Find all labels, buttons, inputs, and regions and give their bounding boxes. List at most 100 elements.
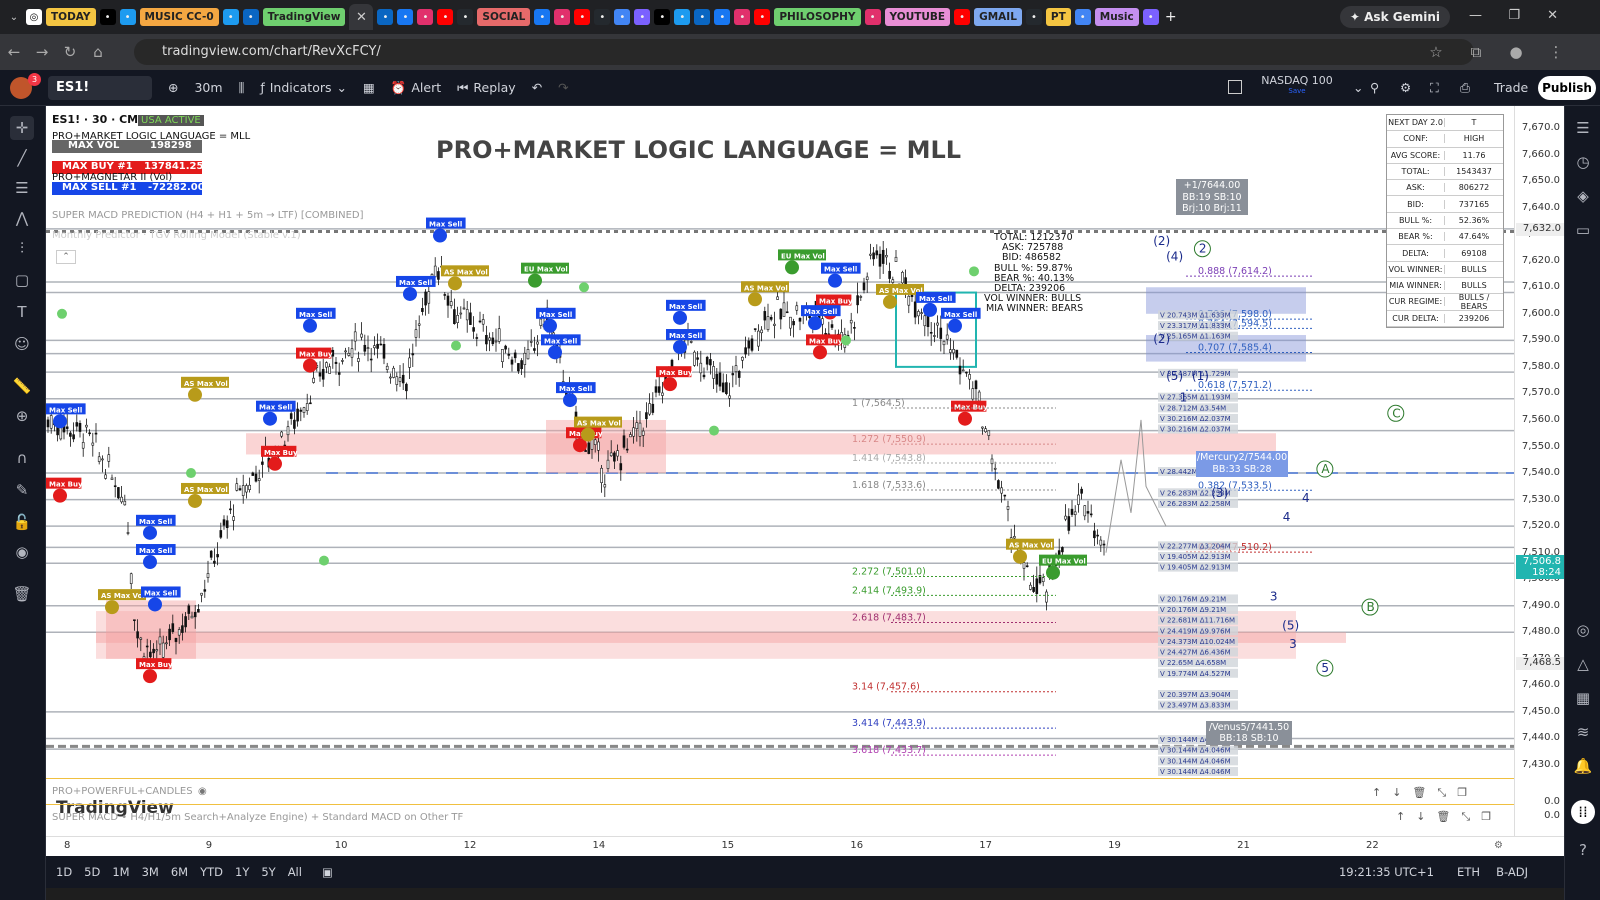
publish-button[interactable]: Publish xyxy=(1538,76,1596,100)
tab-favicon-icon[interactable]: • xyxy=(594,9,611,25)
tab-favicon-icon[interactable]: • xyxy=(99,9,116,25)
interval-button[interactable]: 30m xyxy=(186,80,230,95)
tab-favicon-icon[interactable]: • xyxy=(1025,9,1042,25)
range-button-all[interactable]: All xyxy=(282,865,308,879)
tab-group-music-cc-0[interactable]: MUSIC CC-0 xyxy=(139,8,219,26)
active-tab-close-icon[interactable]: ✕ xyxy=(349,4,374,30)
tab-search-icon[interactable]: ⌄ xyxy=(6,9,22,25)
layout-square-icon[interactable] xyxy=(1228,80,1242,94)
axis-settings-icon[interactable]: ⚙ xyxy=(1494,840,1503,851)
time-axis[interactable]: ⚙ 8 9 10 12 14 15 16 17 19 21 22 xyxy=(46,836,1564,856)
range-button-ytd[interactable]: YTD xyxy=(194,865,229,879)
symbol-search-input[interactable]: ES1! xyxy=(48,76,152,100)
tab-favicon-icon[interactable]: • xyxy=(634,9,651,25)
calendar-icon[interactable]: ▦ xyxy=(1571,686,1595,710)
range-button-5y[interactable]: 5Y xyxy=(255,865,281,879)
tab-favicon-icon[interactable]: • xyxy=(417,9,434,25)
zoom-icon[interactable]: ⊕ xyxy=(10,404,34,428)
notifications-bell-icon[interactable]: 🔔 xyxy=(1571,754,1595,778)
tab-group-youtube[interactable]: YOUTUBE xyxy=(884,8,951,26)
broadcast-icon[interactable]: ≋ xyxy=(1571,720,1595,744)
tab-group-today[interactable]: TODAY xyxy=(46,8,96,26)
ruler-icon[interactable]: 📏 xyxy=(10,374,34,398)
url-input[interactable]: tradingview.com/chart/RevXcFCY/ xyxy=(134,39,1474,65)
tab-favicon-icon[interactable]: • xyxy=(714,9,731,25)
emoji-tool-icon[interactable]: ☺ xyxy=(10,332,34,356)
tab-group-pt[interactable]: PT xyxy=(1045,8,1071,26)
range-button-6m[interactable]: 6M xyxy=(165,865,194,879)
apps-grid-icon[interactable]: ⁞⁞ xyxy=(1571,800,1595,824)
profile-avatar[interactable]: ● xyxy=(1502,43,1530,61)
range-button-1m[interactable]: 1M xyxy=(106,865,135,879)
redo-icon[interactable]: ↷ xyxy=(550,80,576,95)
watchlist-icon[interactable]: ☰ xyxy=(1571,116,1595,140)
new-tab-icon[interactable]: + xyxy=(1163,9,1179,25)
adjust-toggle[interactable]: B-ADJ xyxy=(1496,865,1528,879)
forecast-tool-icon[interactable]: ⫶ xyxy=(10,236,34,260)
trendline-icon[interactable]: ╱ xyxy=(10,146,34,170)
price-axis[interactable]: 7,670.07,660.07,650.07,640.07,630.07,620… xyxy=(1514,106,1564,836)
tab-group-gmail[interactable]: GMAIL xyxy=(974,8,1022,26)
tab-favicon-icon[interactable]: • xyxy=(222,9,239,25)
tab-favicon-icon[interactable]: • xyxy=(754,9,771,25)
replay-button[interactable]: ⏮ Replay xyxy=(449,80,524,96)
settings-icon[interactable]: ⚙ xyxy=(1392,80,1419,95)
tab-group-philosophy[interactable]: PHILOSOPHY xyxy=(774,8,861,26)
range-button-1d[interactable]: 1D xyxy=(50,865,78,879)
chart-type-icon[interactable]: ⫼ xyxy=(231,80,253,96)
tab-favicon-icon[interactable]: • xyxy=(734,9,751,25)
chat-icon[interactable]: ▭ xyxy=(1571,218,1595,242)
tab-favicon-icon[interactable]: • xyxy=(954,9,971,25)
fib-tool-icon[interactable]: ☰ xyxy=(10,176,34,200)
tab-favicon-icon[interactable]: • xyxy=(377,9,394,25)
tab-group-music[interactable]: Music xyxy=(1094,8,1139,26)
forward-icon[interactable]: → xyxy=(28,43,56,61)
undo-icon[interactable]: ↶ xyxy=(524,80,550,95)
tab-favicon-icon[interactable]: • xyxy=(694,9,711,25)
tab-favicon-icon[interactable]: • xyxy=(1142,9,1159,25)
trash-icon[interactable]: 🗑 xyxy=(10,582,34,606)
shapes-tool-icon[interactable]: ▢ xyxy=(10,268,34,292)
tab-favicon-icon[interactable]: • xyxy=(242,9,259,25)
tab-favicon-icon[interactable]: • xyxy=(1074,9,1091,25)
close-window-icon[interactable]: ✕ xyxy=(1547,8,1558,23)
range-button-5d[interactable]: 5D xyxy=(78,865,106,879)
bookmark-star-icon[interactable]: ☆ xyxy=(1422,43,1450,61)
pane-controls-2[interactable]: ↑↓🗑⤡❐ xyxy=(1396,810,1502,824)
tab-favicon-icon[interactable]: • xyxy=(437,9,454,25)
range-button-1y[interactable]: 1Y xyxy=(229,865,255,879)
tab-favicon-icon[interactable]: • xyxy=(674,9,691,25)
snapshot-icon[interactable]: ⎙ xyxy=(1452,80,1478,96)
object-tree-icon[interactable]: ◈ xyxy=(1571,184,1595,208)
tab-favicon-icon[interactable]: • xyxy=(119,9,136,25)
reload-icon[interactable]: ↻ xyxy=(56,43,84,61)
magnet-icon[interactable]: ∩ xyxy=(10,446,34,470)
clock[interactable]: 19:21:35 UTC+1 xyxy=(1339,865,1434,879)
pattern-tool-icon[interactable]: ⋀ xyxy=(10,206,34,230)
help-icon[interactable]: ? xyxy=(1571,838,1595,862)
tab-favicon-icon[interactable]: • xyxy=(457,9,474,25)
tab-favicon-icon[interactable]: • xyxy=(574,9,591,25)
alerts-clock-icon[interactable]: ◷ xyxy=(1571,150,1595,174)
home-icon[interactable]: ⌂ xyxy=(84,43,112,61)
tab-favicon-icon[interactable]: • xyxy=(554,9,571,25)
goto-date-icon[interactable]: ▣ xyxy=(316,865,339,879)
add-symbol-icon[interactable]: ⊕ xyxy=(160,80,186,95)
tab-favicon-icon[interactable]: • xyxy=(654,9,671,25)
indicators-button[interactable]: ƒ Indicators ⌄ xyxy=(252,80,355,95)
quick-search-icon[interactable]: ⚲ xyxy=(1362,80,1387,95)
session-toggle[interactable]: ETH xyxy=(1457,865,1480,879)
tab-favicon-icon[interactable]: • xyxy=(864,9,881,25)
tab-favicon-icon[interactable]: • xyxy=(397,9,414,25)
tab-group-social[interactable]: SOCIAL xyxy=(477,8,531,26)
pane-controls-1[interactable]: ↑↓🗑⤡❐ xyxy=(1372,786,1478,800)
crosshair-icon[interactable]: ✛ xyxy=(10,116,34,140)
back-icon[interactable]: ← xyxy=(0,43,28,61)
tab-favicon-icon[interactable]: • xyxy=(614,9,631,25)
target-icon[interactable]: ◎ xyxy=(1571,618,1595,642)
extensions-icon[interactable]: ⧉ xyxy=(1462,43,1490,61)
ask-gemini-button[interactable]: ✦ Ask Gemini xyxy=(1339,6,1450,28)
layout-name-button[interactable]: NASDAQ 100 Save xyxy=(1252,74,1342,95)
tab-group-tradingview[interactable]: TradingView xyxy=(262,8,346,26)
tab-favicon-icon[interactable]: ◎ xyxy=(26,9,42,25)
